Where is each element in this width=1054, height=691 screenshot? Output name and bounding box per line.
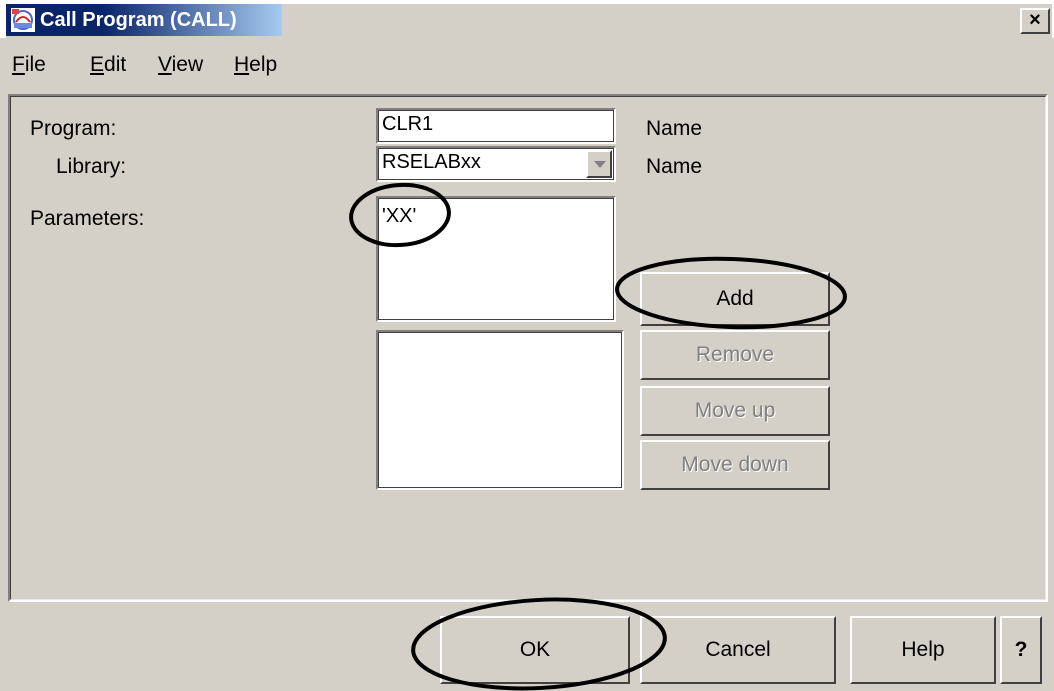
title-bar: Call Program (CALL) × [0, 0, 1054, 38]
remove-button[interactable]: Remove [640, 330, 830, 380]
program-input-value: CLR1 [382, 113, 434, 135]
close-button[interactable]: × [1020, 8, 1050, 34]
program-label: Program: [30, 117, 117, 140]
menu-file[interactable]: File [12, 52, 46, 78]
menu-edit-mnemonic: E [90, 53, 105, 76]
title-strip: Call Program (CALL) × [6, 4, 1052, 38]
help-button[interactable]: Help [850, 616, 996, 684]
menu-help-label: elp [249, 53, 278, 76]
library-name-hint: Name [646, 155, 703, 178]
library-label: Library: [56, 155, 127, 178]
program-name-hint: Name [646, 117, 703, 140]
title-gradient: Call Program (CALL) [6, 4, 282, 36]
menu-view-label: iew [171, 53, 204, 76]
window-title: Call Program (CALL) [40, 9, 237, 31]
library-combobox-value: RSELABxx [382, 151, 481, 173]
parameter-input-value: 'XX' [382, 205, 417, 227]
ok-button[interactable]: OK [440, 616, 630, 684]
menu-view-mnemonic: V [158, 53, 172, 76]
menu-edit-label: dit [104, 53, 127, 76]
call-program-app-icon [11, 8, 35, 32]
menu-help[interactable]: Help [234, 52, 277, 78]
chevron-down-icon [594, 161, 606, 168]
parameter-input-area[interactable]: 'XX' [376, 196, 616, 322]
move-up-button[interactable]: Move up [640, 386, 830, 436]
context-help-button[interactable]: ? [1000, 616, 1042, 684]
program-input[interactable]: CLR1 [376, 108, 616, 144]
menu-view[interactable]: View [158, 52, 203, 78]
close-icon: × [1029, 9, 1041, 31]
move-down-button[interactable]: Move down [640, 440, 830, 490]
add-button[interactable]: Add [640, 272, 830, 326]
menu-edit[interactable]: Edit [90, 52, 126, 78]
parameters-label: Parameters: [30, 207, 145, 230]
parameters-list[interactable] [376, 330, 624, 490]
cancel-button[interactable]: Cancel [640, 616, 836, 684]
menu-help-mnemonic: H [234, 53, 250, 76]
library-combobox[interactable]: RSELABxx [376, 146, 616, 182]
menu-file-label: ile [24, 53, 46, 76]
library-dropdown-button[interactable] [586, 150, 612, 178]
menu-file-mnemonic: F [12, 53, 25, 76]
menu-bar: File Edit View Help [0, 46, 1054, 82]
